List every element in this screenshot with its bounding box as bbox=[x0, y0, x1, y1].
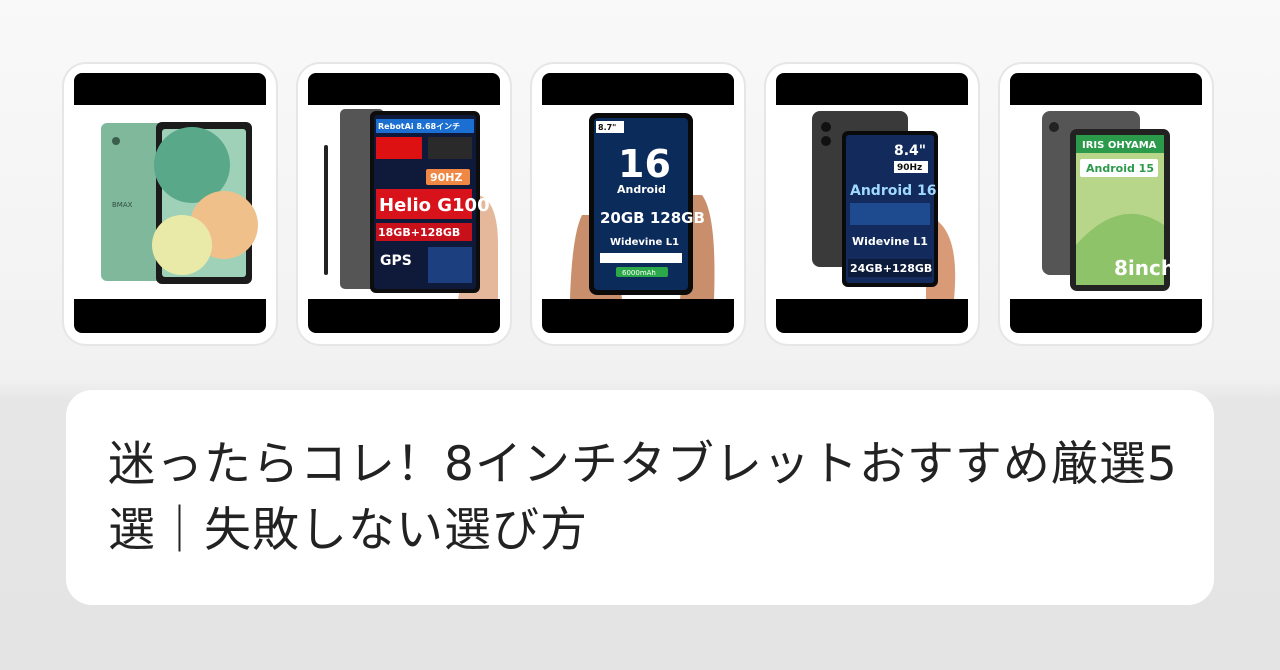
product-image-3: 8.7" 16 Android 20GB 128GB Widevine L1 6… bbox=[542, 73, 734, 333]
chip-label: Helio G100 bbox=[379, 195, 490, 216]
letterbox-top bbox=[308, 73, 500, 105]
os-label: Android 16 bbox=[850, 183, 937, 199]
product-image-4: 8.4" 90Hz Android 16 Widevine L1 24GB+12… bbox=[776, 73, 968, 333]
letterbox-bottom bbox=[1010, 299, 1202, 333]
product-image-5: IRIS OHYAMA Android 15 8inch bbox=[1010, 73, 1202, 333]
product-card-3[interactable]: 8.7" 16 Android 20GB 128GB Widevine L1 6… bbox=[532, 64, 744, 344]
product-card-2[interactable]: RebotAi 8.68インチ 90HZ Helio G100 18GB+128… bbox=[298, 64, 510, 344]
article-title-card[interactable]: 迷ったらコレ！8インチタブレットおすすめ厳選5選｜失敗しない選び方 bbox=[66, 390, 1214, 605]
badge-top: RebotAi 8.68インチ bbox=[378, 122, 460, 131]
size-label: 8inch bbox=[1114, 256, 1175, 280]
letterbox-top bbox=[74, 73, 266, 105]
product-card-5[interactable]: IRIS OHYAMA Android 15 8inch bbox=[1000, 64, 1212, 344]
letterbox-bottom bbox=[308, 299, 500, 333]
tablet-illustration-5: IRIS OHYAMA Android 15 8inch bbox=[1042, 111, 1175, 291]
brand-label: IRIS OHYAMA bbox=[1082, 140, 1157, 151]
drm-label: Widevine L1 bbox=[852, 235, 928, 248]
product-card-1[interactable]: BMAX bbox=[64, 64, 276, 344]
product-image-strip: BMAX RebotAi 8.68インチ 90HZ Helio G100 18G… bbox=[64, 64, 1216, 344]
os-label: Android 15 bbox=[1086, 162, 1154, 175]
letterbox-top bbox=[776, 73, 968, 105]
size-label: 8.7" bbox=[598, 123, 616, 132]
brand-label: BMAX bbox=[112, 201, 133, 209]
letterbox-bottom bbox=[542, 299, 734, 333]
size-label: 8.4" bbox=[894, 143, 926, 159]
product-image-1: BMAX bbox=[74, 73, 266, 333]
memory-label: 20GB 128GB bbox=[600, 209, 705, 227]
tablet-illustration-3: 8.7" 16 Android 20GB 128GB Widevine L1 6… bbox=[570, 113, 715, 299]
letterbox-top bbox=[1010, 73, 1202, 105]
os-version-label: 16 bbox=[618, 142, 671, 186]
refresh-label: 90HZ bbox=[430, 171, 463, 184]
refresh-label: 90Hz bbox=[897, 163, 922, 173]
letterbox-bottom bbox=[74, 299, 266, 333]
product-card-4[interactable]: 8.4" 90Hz Android 16 Widevine L1 24GB+12… bbox=[766, 64, 978, 344]
tablet-illustration-1: BMAX bbox=[101, 122, 258, 284]
drm-label: Widevine L1 bbox=[610, 237, 679, 248]
memory-label: 18GB+128GB bbox=[378, 226, 460, 239]
letterbox-top bbox=[542, 73, 734, 105]
memory-label: 24GB+128GB bbox=[850, 262, 932, 275]
article-title: 迷ったらコレ！8インチタブレットおすすめ厳選5選｜失敗しない選び方 bbox=[108, 437, 1178, 558]
os-label: Android bbox=[617, 183, 666, 196]
battery-label: 6000mAh bbox=[622, 269, 656, 277]
product-image-2: RebotAi 8.68インチ 90HZ Helio G100 18GB+128… bbox=[308, 73, 500, 333]
gps-label: GPS bbox=[380, 253, 412, 269]
tablet-illustration-2: RebotAi 8.68インチ 90HZ Helio G100 18GB+128… bbox=[324, 109, 498, 299]
letterbox-bottom bbox=[776, 299, 968, 333]
tablet-illustration-4: 8.4" 90Hz Android 16 Widevine L1 24GB+12… bbox=[812, 111, 956, 299]
